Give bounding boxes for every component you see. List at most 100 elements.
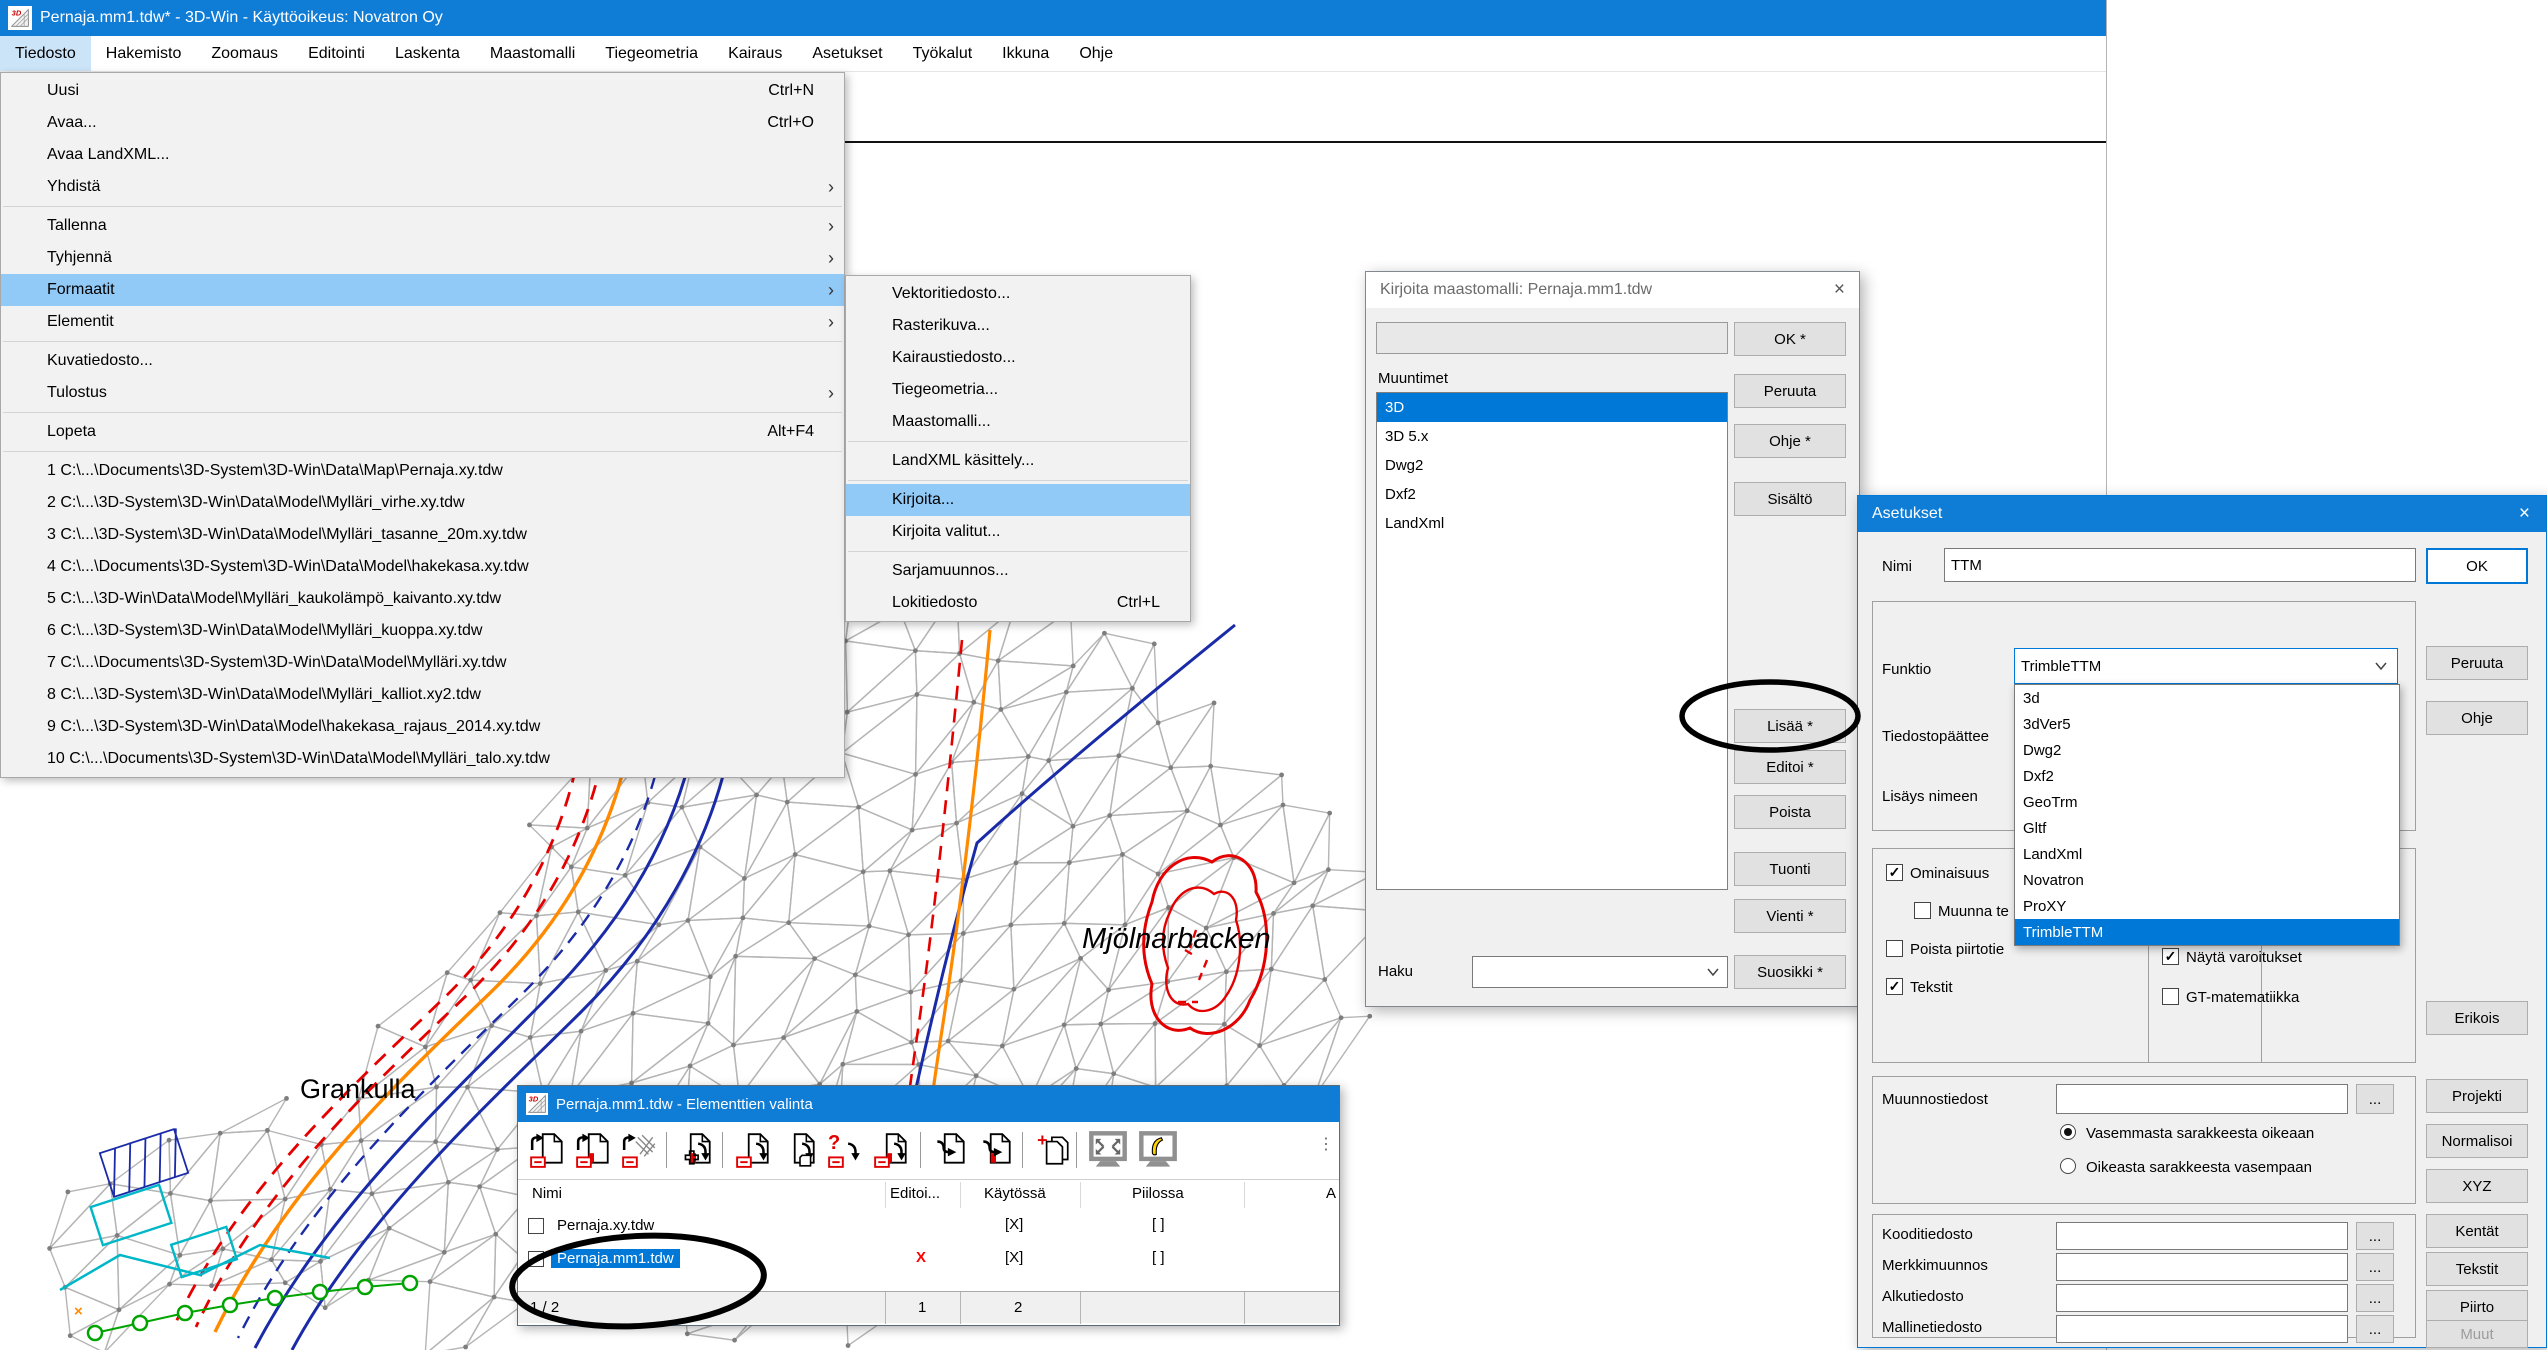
column-header-kaytossa[interactable]: Käytössä [984, 1185, 1046, 1202]
haku-combobox[interactable] [1472, 956, 1728, 988]
lisaa-button[interactable]: Lisää * [1734, 709, 1846, 743]
file-menu-item[interactable]: 4 C:\...\Documents\3D-System\3D-Win\Data… [1, 551, 844, 583]
menubar-item-kairaus[interactable]: Kairaus [713, 36, 797, 71]
settings-titlebar[interactable]: Asetukset × [1858, 496, 2546, 532]
funktio-option[interactable]: TrimbleTTM [2015, 919, 2399, 945]
converter-item[interactable]: 3D [1377, 393, 1727, 422]
funktio-option[interactable]: GeoTrm [2015, 789, 2399, 815]
menubar-item-maastomalli[interactable]: Maastomalli [475, 36, 590, 71]
converter-item[interactable]: 3D 5.x [1377, 422, 1727, 451]
export-file-settings-icon[interactable] [976, 1130, 1016, 1170]
ohje-button[interactable]: Ohje [2426, 701, 2528, 735]
file-field-browse-button-3[interactable]: ... [2356, 1315, 2394, 1343]
left-option-0-checkbox[interactable]: ✓ [1886, 864, 1903, 881]
sisalto-button[interactable]: Sisältö [1734, 482, 1846, 516]
projekti-side-button[interactable]: Projekti [2426, 1079, 2528, 1113]
format-submenu-item[interactable]: Vektoritiedosto... [846, 278, 1190, 310]
write-dialog-titlebar[interactable]: Kirjoita maastomalli: Pernaja.mm1.tdw × [1366, 272, 1859, 308]
file-field-input-0[interactable] [2056, 1222, 2348, 1250]
funktio-option[interactable]: ProXY [2015, 893, 2399, 919]
funktio-option[interactable]: 3d [2015, 685, 2399, 711]
toolbar-grip-icon[interactable]: ⋮ [1318, 1134, 1335, 1154]
menubar-item-laskenta[interactable]: Laskenta [380, 36, 475, 71]
left-option-3-checkbox[interactable]: ✓ [1886, 978, 1903, 995]
format-submenu-item[interactable]: Rasterikuva... [846, 310, 1190, 342]
write-file-settings-icon[interactable] [872, 1130, 912, 1170]
table-row[interactable]: ✓Pernaja.mm1.tdwX[X][ ] [518, 1243, 1341, 1276]
format-submenu-item[interactable]: Maastomalli... [846, 406, 1190, 438]
funktio-option[interactable]: LandXml [2015, 841, 2399, 867]
right-option-1-checkbox[interactable] [2162, 988, 2179, 1005]
radio-option-1[interactable] [2060, 1158, 2076, 1174]
row-checkbox[interactable] [528, 1218, 544, 1234]
vienti-button[interactable]: Vienti * [1734, 899, 1846, 933]
funktio-option[interactable]: Gltf [2015, 815, 2399, 841]
export-file-icon[interactable] [930, 1130, 970, 1170]
write-file-query-icon[interactable]: ? [826, 1130, 866, 1170]
row-checkbox[interactable]: ✓ [528, 1251, 544, 1267]
menubar-item-ohje[interactable]: Ohje [1064, 36, 1128, 71]
write-file-as-icon[interactable] [780, 1130, 820, 1170]
file-menu-item[interactable]: Avaa...Ctrl+O [1, 107, 844, 139]
menubar-item-editointi[interactable]: Editointi [293, 36, 380, 71]
file-menu-item[interactable]: Kuvatiedosto... [1, 345, 844, 377]
converter-filter-input[interactable] [1376, 322, 1728, 354]
right-option-0-checkbox[interactable]: ✓ [2162, 948, 2179, 965]
file-menu-item[interactable]: 1 C:\...\Documents\3D-System\3D-Win\Data… [1, 455, 844, 487]
file-menu-item[interactable]: Elementit› [1, 306, 844, 338]
close-icon[interactable]: × [2519, 503, 2530, 525]
file-menu-item[interactable]: 7 C:\...\Documents\3D-System\3D-Win\Data… [1, 647, 844, 679]
redraw-window-icon[interactable] [1138, 1130, 1178, 1170]
file-menu-item[interactable]: 5 C:\...\3D-Win\Data\Model\Mylläri_kauko… [1, 583, 844, 615]
menubar-item-tiegeometria[interactable]: Tiegeometria [590, 36, 713, 71]
read-file-settings-icon[interactable] [574, 1130, 614, 1170]
read-file-icon[interactable] [528, 1130, 568, 1170]
column-header-nimi[interactable]: Nimi [532, 1185, 562, 1202]
file-menu-item[interactable]: 6 C:\...\3D-System\3D-Win\Data\Model\Myl… [1, 615, 844, 647]
file-menu-item[interactable]: 10 C:\...\Documents\3D-System\3D-Win\Dat… [1, 743, 844, 775]
normalisoi-side-button[interactable]: Normalisoi [2426, 1124, 2528, 1158]
file-field-browse-button-1[interactable]: ... [2356, 1253, 2394, 1281]
funktio-option[interactable]: Dwg2 [2015, 737, 2399, 763]
ok-button[interactable]: OK * [1734, 322, 1846, 356]
file-menu-item[interactable]: Tyhjennä› [1, 242, 844, 274]
fit-view-icon[interactable] [1088, 1130, 1128, 1170]
funktio-combobox[interactable]: TrimbleTTM [2014, 648, 2398, 684]
format-submenu-item[interactable]: Kairaustiedosto... [846, 342, 1190, 374]
radio-option-0[interactable] [2060, 1124, 2076, 1140]
format-submenu-item[interactable]: Tiegeometria... [846, 374, 1190, 406]
table-row[interactable]: Pernaja.xy.tdw[X][ ] [518, 1210, 1341, 1243]
menubar-item-zoomaus[interactable]: Zoomaus [196, 36, 293, 71]
format-submenu-item[interactable]: LokitiedostoCtrl+L [846, 587, 1190, 619]
xyz-side-button[interactable]: XYZ [2426, 1169, 2528, 1203]
funktio-option[interactable]: 3dVer5 [2015, 711, 2399, 737]
column-header-editoi[interactable]: Editoi... [890, 1185, 940, 1202]
save-file-add-icon[interactable] [676, 1130, 716, 1170]
file-menu-item[interactable]: Tallenna› [1, 210, 844, 242]
file-field-browse-button-0[interactable]: ... [2356, 1222, 2394, 1250]
format-submenu-item[interactable]: Sarjamuunnos... [846, 555, 1190, 587]
left-option-2-checkbox[interactable] [1886, 940, 1903, 957]
file-field-browse-button-2[interactable]: ... [2356, 1284, 2394, 1312]
close-icon[interactable]: × [1834, 279, 1845, 301]
piirto-side-button[interactable]: Piirto [2426, 1290, 2528, 1324]
file-menu-item[interactable]: Yhdistä› [1, 171, 844, 203]
elements-titlebar[interactable]: 3D Pernaja.mm1.tdw - Elementtien valinta [518, 1086, 1339, 1122]
file-menu-item[interactable]: Avaa LandXML... [1, 139, 844, 171]
file-menu-item[interactable]: 2 C:\...\3D-System\3D-Win\Data\Model\Myl… [1, 487, 844, 519]
file-menu-item[interactable]: Tulostus› [1, 377, 844, 409]
file-menu-item[interactable]: 8 C:\...\3D-System\3D-Win\Data\Model\Myl… [1, 679, 844, 711]
row-name[interactable]: Pernaja.mm1.tdw [551, 1249, 680, 1268]
file-field-input-3[interactable] [2056, 1315, 2348, 1343]
ohje-button[interactable]: Ohje * [1734, 424, 1846, 458]
converter-item[interactable]: LandXml [1377, 509, 1727, 538]
muunnostiedosto-browse-button[interactable]: ... [2356, 1084, 2394, 1114]
file-menu-item[interactable]: 3 C:\...\3D-System\3D-Win\Data\Model\Myl… [1, 519, 844, 551]
converter-item[interactable]: Dwg2 [1377, 451, 1727, 480]
editoi-button[interactable]: Editoi * [1734, 750, 1846, 784]
peruuta-button[interactable]: Peruuta [1734, 374, 1846, 408]
file-menu-item[interactable]: UusiCtrl+N [1, 75, 844, 107]
menubar-item-hakemisto[interactable]: Hakemisto [91, 36, 197, 71]
file-menu-item[interactable]: Formaatit› [1, 274, 844, 306]
menubar-item-asetukset[interactable]: Asetukset [797, 36, 897, 71]
